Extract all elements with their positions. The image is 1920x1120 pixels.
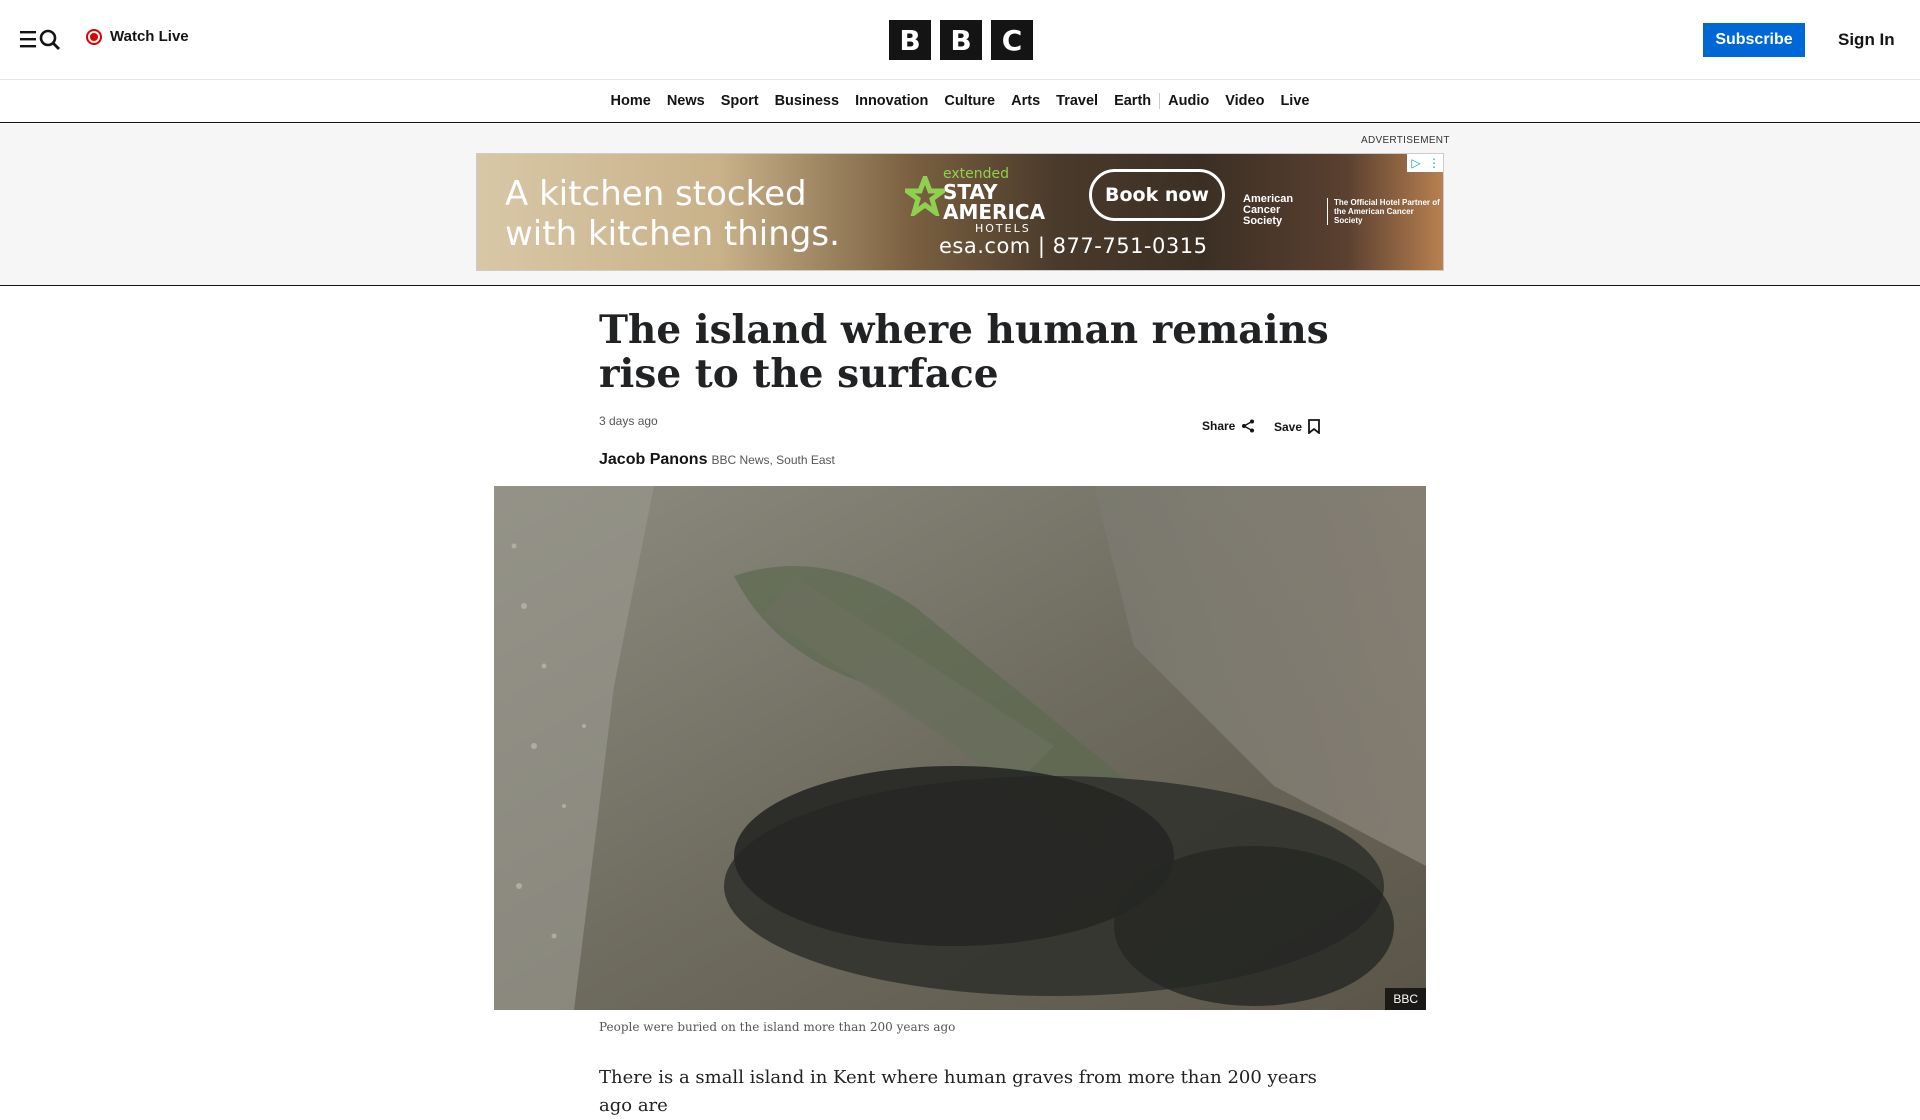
ad-brand-stay: STAY [943, 180, 998, 204]
advertisement-label: ADVERTISEMENT [1361, 135, 1450, 146]
watch-live-link[interactable]: Watch Live [86, 28, 189, 45]
save-label: Save [1274, 419, 1303, 434]
ad-brand-america: AMERICA [943, 200, 1046, 224]
ad-options-icon[interactable]: ⋮ [1425, 154, 1443, 172]
nav-item-travel[interactable]: Travel [1056, 93, 1098, 109]
nav-item-video[interactable]: Video [1225, 93, 1264, 109]
subscribe-button[interactable]: Subscribe [1703, 23, 1805, 57]
ad-partner-note: The Official Hotel Partner of the Americ… [1327, 198, 1441, 225]
nav-item-live[interactable]: Live [1280, 93, 1309, 109]
hero-image: BBC [494, 486, 1426, 1010]
sign-in-link[interactable]: Sign In [1838, 30, 1895, 50]
article-paragraph: There is a small island in Kent where hu… [599, 1067, 1317, 1116]
ad-headline-line: with kitchen things. [505, 214, 840, 254]
site-header: Watch Live B B C Subscribe Sign In [0, 0, 1920, 80]
share-button[interactable]: Share [1202, 419, 1255, 433]
ad-banner[interactable]: A kitchen stocked with kitchen things. e… [476, 153, 1444, 271]
image-caption: People were buried on the island more th… [599, 1020, 956, 1034]
ad-brand-logo: extended STAY AMERICA HOTELS [905, 166, 1045, 235]
bookmark-icon [1308, 419, 1320, 434]
menu-search-button[interactable] [20, 28, 62, 50]
nav-item-audio[interactable]: Audio [1159, 93, 1209, 109]
nav-item-earth[interactable]: Earth [1114, 93, 1151, 109]
share-icon [1242, 419, 1255, 433]
ad-partner-name: American Cancer Society [1243, 193, 1294, 227]
menu-search-icon [20, 29, 60, 50]
logo-letter: B [889, 20, 931, 60]
share-label: Share [1202, 419, 1236, 433]
live-indicator-icon [86, 28, 102, 45]
nav-item-home[interactable]: Home [611, 93, 651, 109]
main-nav: Home News Sport Business Innovation Cult… [0, 80, 1920, 123]
nav-item-news[interactable]: News [667, 93, 705, 109]
advertisement-area: ADVERTISEMENT A kitchen stocked with kit… [0, 124, 1920, 286]
seaweed-grave-photo [494, 486, 1426, 1010]
byline: Jacob Panons BBC News, South East [599, 451, 835, 469]
nav-item-business[interactable]: Business [775, 93, 839, 109]
author-name[interactable]: Jacob Panons [599, 451, 707, 469]
article-headline: The island where human remains rise to t… [599, 307, 1329, 397]
logo-letter: B [940, 20, 982, 60]
adchoices-icon[interactable]: ▷ [1407, 154, 1425, 172]
nav-item-innovation[interactable]: Innovation [855, 93, 928, 109]
bbc-logo[interactable]: B B C [889, 20, 1033, 60]
image-credit: BBC [1385, 988, 1426, 1010]
save-button[interactable]: Save [1274, 419, 1320, 434]
article-timestamp: 3 days ago [599, 414, 658, 428]
ad-headline: A kitchen stocked with kitchen things. [505, 174, 840, 254]
ad-book-now-button[interactable]: Book now [1089, 169, 1225, 221]
ad-controls: ▷ ⋮ [1407, 154, 1443, 172]
ad-headline-line: A kitchen stocked [505, 174, 807, 214]
nav-item-sport[interactable]: Sport [721, 93, 759, 109]
nav-item-culture[interactable]: Culture [944, 93, 995, 109]
author-department: BBC News, South East [711, 453, 835, 467]
ad-contact: esa.com | 877-751-0315 [939, 234, 1208, 258]
star-icon [905, 176, 945, 216]
logo-letter: C [991, 20, 1033, 60]
nav-item-arts[interactable]: Arts [1011, 93, 1040, 109]
watch-live-label: Watch Live [110, 28, 189, 45]
